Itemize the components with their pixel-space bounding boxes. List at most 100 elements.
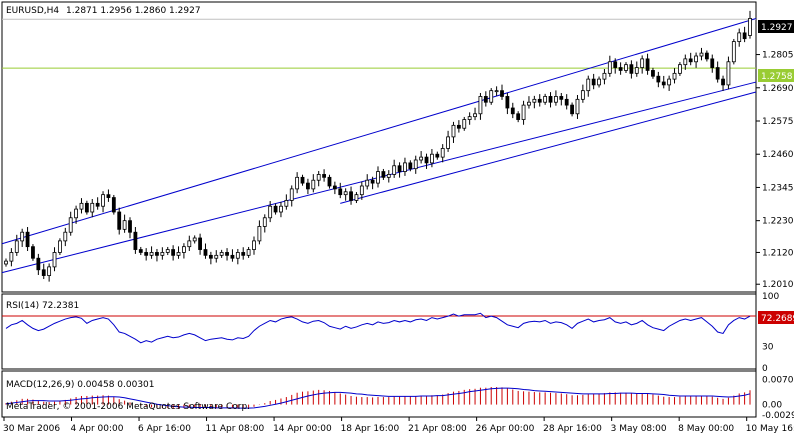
candle-body — [559, 96, 564, 100]
candle-body — [332, 185, 337, 190]
candle-body — [376, 171, 380, 184]
price-tick-label: 1.2120 — [762, 248, 794, 258]
candle-body — [403, 162, 407, 172]
price-tick-label: 1.2010 — [762, 280, 794, 290]
macd-label: MACD(12,26,9) 0.00458 0.00301 — [6, 380, 155, 390]
candle-body — [68, 217, 73, 233]
candle-body — [95, 202, 100, 207]
candle-body — [548, 96, 553, 103]
candle-body — [494, 90, 499, 93]
candle-body — [31, 246, 35, 259]
chart-window[interactable]: 1.2010 1.2120 1.2230 1.2345 1.2460 1.2575 1.26… — [0, 0, 794, 434]
candle-body — [613, 61, 618, 68]
candle-body — [543, 96, 548, 103]
candle-body — [435, 153, 440, 158]
candle-body — [483, 96, 488, 103]
price-tick-label: 1.2460 — [762, 150, 794, 160]
candle-body — [316, 174, 321, 181]
candle-body — [235, 252, 240, 259]
candle-body — [149, 252, 154, 256]
candle-body — [500, 90, 504, 97]
candle-body — [241, 252, 246, 256]
candle-body — [359, 185, 364, 196]
candle-body — [597, 78, 601, 86]
candle-body — [58, 240, 62, 253]
candle-body — [667, 78, 672, 86]
candle-body — [257, 226, 262, 242]
symbol-label: EURUSD,H4 — [6, 6, 59, 16]
candle-body — [651, 70, 655, 77]
candle-body — [176, 252, 181, 256]
candle-body — [440, 148, 445, 158]
time-tick-label: 4 Apr 00:00 — [71, 424, 124, 433]
candle-body — [699, 52, 704, 57]
candle-body — [430, 153, 434, 164]
time-tick-label: 18 Apr 16:00 — [341, 424, 400, 433]
candle-body — [381, 171, 386, 178]
time-tick-label: 6 Apr 16:00 — [138, 424, 191, 433]
candle-body — [537, 98, 542, 103]
time-tick-label: 30 Mar 2006 — [3, 424, 60, 433]
time-tick-label: 3 May 08:00 — [611, 424, 667, 433]
rsi-value-label: 72.2689 — [761, 314, 794, 324]
candle-body — [133, 231, 138, 250]
candle-body — [413, 159, 418, 170]
candle-body — [4, 260, 8, 265]
candle-body — [645, 58, 650, 71]
candle-body — [365, 179, 370, 187]
candle-body — [370, 179, 375, 184]
candle-body — [203, 249, 208, 256]
candle-body — [36, 257, 41, 271]
time-tick-label: 26 Apr 00:00 — [476, 424, 535, 433]
candle-body — [214, 254, 219, 259]
macd-tick-label: -0.0029 — [762, 411, 794, 421]
candle-body — [327, 176, 332, 187]
time-tick-label: 8 May 00:00 — [678, 424, 734, 433]
candle-body — [570, 104, 574, 115]
candle-body — [462, 119, 467, 129]
current-price-label: 1.2927 — [761, 23, 793, 33]
candle-body — [289, 188, 294, 201]
candle-body — [591, 78, 596, 86]
candle-body — [246, 249, 251, 256]
candle-body — [726, 61, 731, 86]
time-tick-label: 10 May 16:00 — [746, 424, 794, 433]
candle-body — [640, 58, 645, 68]
candle-body — [122, 220, 127, 230]
price-tick-label: 1.2230 — [762, 217, 794, 227]
candle-body — [661, 81, 666, 86]
candle-body — [731, 41, 736, 63]
candle-body — [446, 136, 450, 149]
time-tick-label: 11 Apr 08:00 — [206, 424, 265, 433]
level-price-label: 1.2758 — [761, 72, 793, 82]
candle-body — [144, 252, 149, 256]
candle-body — [219, 252, 224, 256]
candle-body — [262, 217, 267, 227]
candle-body — [510, 107, 515, 115]
candle-body — [618, 67, 623, 71]
candle-body — [408, 162, 413, 170]
candle-body — [279, 205, 283, 213]
candle-body — [165, 249, 170, 253]
candle-body — [672, 72, 677, 80]
candle-body — [84, 202, 89, 213]
candle-body — [230, 254, 235, 259]
candle-body — [748, 18, 752, 36]
candle-body — [607, 61, 612, 74]
candle-body — [106, 194, 111, 198]
candle-body — [419, 156, 424, 161]
candle-body — [225, 252, 229, 256]
candle-body — [532, 98, 537, 103]
candle-body — [683, 58, 688, 66]
candle-body — [79, 202, 84, 210]
candle-body — [575, 98, 580, 115]
chart-canvas[interactable]: 1.2010 1.2120 1.2230 1.2345 1.2460 1.2575 1.26… — [0, 0, 794, 434]
candle-body — [338, 188, 343, 196]
price-tick-label: 1.2575 — [762, 117, 794, 127]
candle-body — [90, 202, 95, 213]
candle-body — [580, 90, 585, 100]
candle-body — [295, 176, 300, 190]
candle-body — [554, 96, 558, 103]
ohlc-label: 1.2871 1.2956 1.2860 1.2927 — [66, 6, 201, 16]
candle-body — [602, 72, 607, 80]
